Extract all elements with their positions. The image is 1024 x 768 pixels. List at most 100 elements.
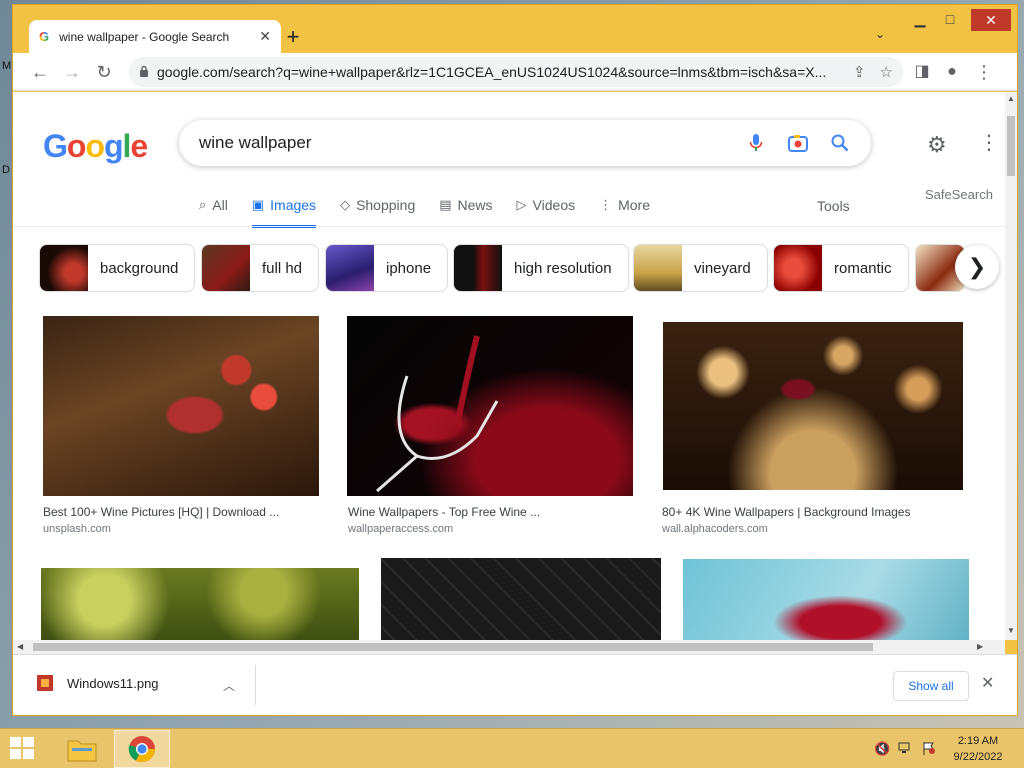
result-image[interactable] xyxy=(347,316,633,496)
system-clock[interactable]: 2:19 AM 9/22/2022 xyxy=(948,733,1008,765)
chevron-up-icon[interactable]: ︿ xyxy=(223,677,235,694)
tab-videos[interactable]: ▷ Videos xyxy=(517,192,576,218)
title-bar[interactable]: G wine wallpaper - Google Search ✕ + ⌄ ▁… xyxy=(13,5,1017,53)
scroll-left-icon[interactable]: ◀ xyxy=(17,642,23,651)
share-icon[interactable]: ⇪ xyxy=(853,63,866,81)
tools-button[interactable]: Tools xyxy=(817,198,850,214)
profile-avatar-icon[interactable]: ● xyxy=(939,59,965,85)
address-bar[interactable]: google.com/search?q=wine+wallpaper&rlz=1… xyxy=(129,57,903,87)
search-box[interactable]: wine wallpaper xyxy=(179,120,871,166)
result-image[interactable] xyxy=(663,322,963,490)
tab-close-icon[interactable]: ✕ xyxy=(259,28,271,45)
chip-label: full hd xyxy=(262,259,303,277)
logo-letter: g xyxy=(103,128,124,164)
chip-thumbnail xyxy=(202,245,250,291)
tab-all[interactable]: ⌕ All xyxy=(199,192,228,218)
tab-images[interactable]: ▣ Images xyxy=(251,192,317,228)
logo-letter: o xyxy=(66,128,87,164)
settings-gear-icon[interactable]: ⚙ xyxy=(927,132,947,158)
new-tab-button[interactable]: + xyxy=(281,23,305,51)
safesearch-label[interactable]: SafeSearch xyxy=(925,187,993,202)
result-source[interactable]: unsplash.com xyxy=(43,523,111,535)
reload-button[interactable]: ↻ xyxy=(91,59,117,85)
taskbar: 🔇 2:19 AM 9/22/2022 xyxy=(0,728,1024,768)
download-item[interactable]: Windows11.png xyxy=(37,675,159,691)
chrome-taskbar-button[interactable] xyxy=(114,730,170,768)
result-title[interactable]: Wine Wallpapers - Top Free Wine ... xyxy=(348,505,540,519)
result-source[interactable]: wallpaperaccess.com xyxy=(348,523,453,535)
result-image[interactable] xyxy=(381,558,661,640)
google-favicon-icon: G xyxy=(39,29,50,44)
chip-thumbnail xyxy=(326,245,374,291)
result-title[interactable]: 80+ 4K Wine Wallpapers | Background Imag… xyxy=(662,505,910,519)
clock-time: 2:19 AM xyxy=(957,735,999,747)
back-button[interactable]: ← xyxy=(27,59,53,85)
result-source[interactable]: wall.alphacoders.com xyxy=(662,523,768,535)
bookmark-star-icon[interactable]: ☆ xyxy=(880,63,893,81)
chip-high-resolution[interactable]: high resolution xyxy=(453,244,629,292)
chip-full-hd[interactable]: full hd xyxy=(201,244,320,292)
tab-more[interactable]: ⋮ More xyxy=(599,192,650,218)
action-center-flag-icon[interactable] xyxy=(922,741,936,758)
tab-search-icon[interactable]: ⌄ xyxy=(875,27,885,41)
forward-button[interactable]: → xyxy=(59,59,85,85)
browser-tab[interactable]: G wine wallpaper - Google Search ✕ xyxy=(29,20,281,53)
page-content: Google wine wallpaper ⚙ ⋮⋮ SafeSearch ⌕ A… xyxy=(13,92,1005,640)
tab-label: All xyxy=(212,197,228,213)
tab-shopping[interactable]: ◇ Shopping xyxy=(340,192,415,218)
search-icon[interactable] xyxy=(829,132,851,154)
microphone-icon[interactable] xyxy=(745,132,767,154)
chip-iphone[interactable]: iphone xyxy=(325,244,449,292)
header-divider xyxy=(13,226,1005,227)
browser-toolbar: ← → ↻ google.com/search?q=wine+wallpaper… xyxy=(13,53,1017,91)
scrollbar-thumb[interactable] xyxy=(33,643,873,651)
scrollbar-thumb[interactable] xyxy=(1007,116,1015,176)
tab-label: News xyxy=(457,197,493,213)
chrome-icon xyxy=(128,736,155,762)
start-button[interactable] xyxy=(10,737,36,761)
folder-icon xyxy=(67,740,97,762)
camera-lens-icon[interactable] xyxy=(787,132,809,154)
scroll-up-icon[interactable]: ▲ xyxy=(1007,94,1015,103)
chip-romantic[interactable]: romantic xyxy=(773,244,909,292)
downloads-bar: Windows11.png ︿ Show all ✕ xyxy=(13,654,1017,715)
logo-letter: G xyxy=(43,128,68,164)
scroll-right-icon[interactable]: ▶ xyxy=(977,642,983,651)
network-icon[interactable] xyxy=(898,741,912,758)
chrome-window: G wine wallpaper - Google Search ✕ + ⌄ ▁… xyxy=(12,4,1018,716)
result-title[interactable]: Best 100+ Wine Pictures [HQ] | Download … xyxy=(43,505,279,519)
image-icon: ▣ xyxy=(251,197,265,212)
chip-scroll-next-button[interactable]: ❯ xyxy=(955,245,999,289)
download-filename: Windows11.png xyxy=(67,675,159,691)
chip-label: romantic xyxy=(834,259,892,277)
tab-news[interactable]: ▤ News xyxy=(439,192,492,218)
chip-thumbnail xyxy=(40,245,88,291)
side-panel-icon[interactable]: ◨ xyxy=(909,59,935,85)
google-logo[interactable]: Google xyxy=(43,128,148,165)
search-input[interactable]: wine wallpaper xyxy=(199,133,725,153)
maximize-button[interactable]: □ xyxy=(937,11,963,27)
horizontal-scrollbar[interactable]: ◀ ▶ xyxy=(13,640,1005,654)
vertical-scrollbar[interactable]: ▲ ▼ xyxy=(1005,92,1017,640)
logo-letter: e xyxy=(130,128,148,164)
tab-label: Images xyxy=(270,197,317,213)
volume-muted-icon[interactable]: 🔇 xyxy=(874,741,890,757)
close-icon[interactable]: ✕ xyxy=(981,673,994,693)
chip-background[interactable]: background xyxy=(39,244,196,292)
result-image[interactable] xyxy=(683,559,969,640)
scroll-down-icon[interactable]: ▼ xyxy=(1007,626,1015,635)
lock-icon[interactable] xyxy=(139,65,149,80)
show-all-button[interactable]: Show all xyxy=(893,671,969,701)
result-image[interactable] xyxy=(43,316,319,496)
chrome-menu-icon[interactable]: ⋮ xyxy=(971,59,997,85)
minimize-button[interactable]: ▁ xyxy=(907,11,933,28)
chip-label: iphone xyxy=(386,259,432,277)
google-apps-icon[interactable]: ⋮⋮ xyxy=(979,130,1005,155)
play-icon: ▷ xyxy=(516,197,527,212)
result-image[interactable] xyxy=(41,568,359,640)
chip-vineyard[interactable]: vineyard xyxy=(633,244,768,292)
desktop-icon-label: D xyxy=(2,164,10,176)
url-text[interactable]: google.com/search?q=wine+wallpaper&rlz=1… xyxy=(157,64,839,80)
close-window-button[interactable]: ✕ xyxy=(971,9,1011,31)
file-explorer-taskbar-button[interactable] xyxy=(54,730,110,768)
